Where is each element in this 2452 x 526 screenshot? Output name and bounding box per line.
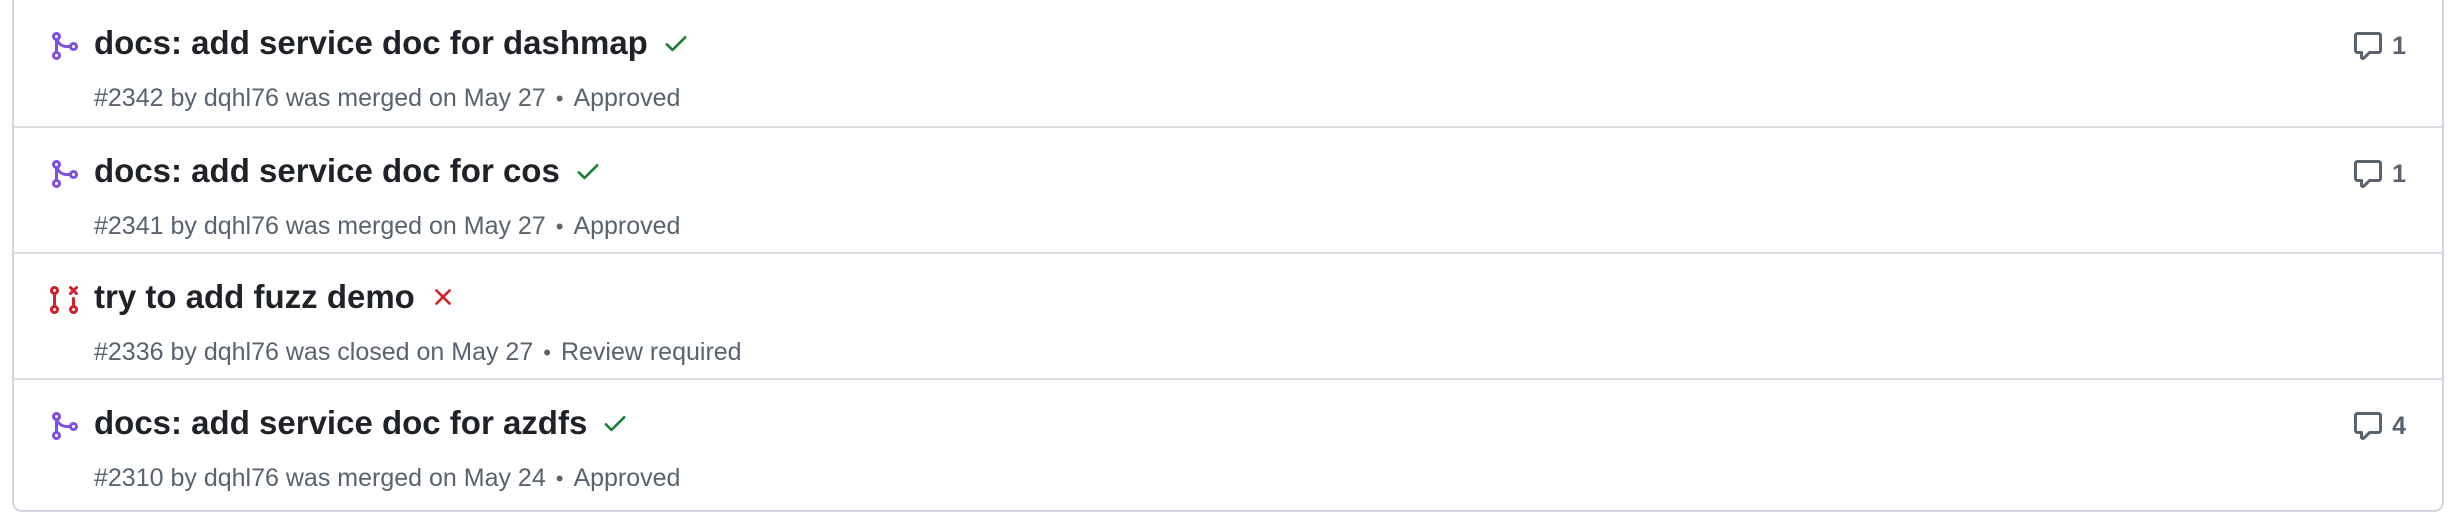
comment-icon xyxy=(2354,160,2383,188)
x-icon[interactable] xyxy=(429,283,457,311)
pull-request-row: docs: add service doc for dashmap #2342 … xyxy=(14,0,2442,126)
comment-icon xyxy=(2354,412,2383,440)
comments-count: 4 xyxy=(2392,411,2406,440)
git-merge-icon xyxy=(48,30,80,62)
pull-request-action: was merged on May 27 xyxy=(285,84,546,112)
pull-request-title-link[interactable]: docs: add service doc for cos xyxy=(94,152,560,190)
pull-request-row: docs: add service doc for cos #2341 by d… xyxy=(14,126,2442,252)
git-merge-icon xyxy=(48,158,80,190)
pull-request-list: docs: add service doc for dashmap #2342 … xyxy=(12,0,2444,512)
review-status-link[interactable]: Approved xyxy=(573,464,680,493)
pull-request-meta: #2341 by dqhl76 was merged on May 27 • A… xyxy=(94,212,680,241)
pull-request-action: was merged on May 27 xyxy=(285,212,546,240)
git-pull-request-closed-icon xyxy=(48,284,80,316)
review-status-link[interactable]: Approved xyxy=(573,84,680,113)
comments-count: 1 xyxy=(2392,31,2406,60)
pull-request-row: try to add fuzz demo #2336 by dqhl76 was… xyxy=(14,252,2442,378)
pull-request-row: docs: add service doc for azdfs #2310 by… xyxy=(14,378,2442,504)
comment-icon xyxy=(2354,32,2383,60)
pull-request-number: #2341 xyxy=(94,212,164,240)
pull-request-number: #2336 xyxy=(94,338,164,366)
pull-request-action: was merged on May 24 xyxy=(285,464,546,492)
by-label: by xyxy=(170,338,197,366)
pull-request-number: #2310 xyxy=(94,464,164,492)
pull-request-title-link[interactable]: docs: add service doc for azdfs xyxy=(94,404,587,442)
git-merge-icon xyxy=(48,410,80,442)
by-label: by xyxy=(170,212,197,240)
separator-dot: • xyxy=(543,339,551,365)
check-icon[interactable] xyxy=(662,29,690,57)
review-status-link[interactable]: Approved xyxy=(573,212,680,241)
pull-request-meta: #2336 by dqhl76 was closed on May 27 • R… xyxy=(94,338,742,367)
check-icon[interactable] xyxy=(601,409,629,437)
by-label: by xyxy=(170,84,197,112)
check-icon[interactable] xyxy=(574,157,602,185)
comments-link[interactable]: 1 xyxy=(2352,30,2406,62)
author-link[interactable]: dqhl76 xyxy=(204,212,279,241)
pull-request-number: #2342 xyxy=(94,84,164,112)
pull-request-title-link[interactable]: docs: add service doc for dashmap xyxy=(94,24,648,62)
review-status-link[interactable]: Review required xyxy=(561,338,742,367)
author-link[interactable]: dqhl76 xyxy=(204,338,279,367)
author-link[interactable]: dqhl76 xyxy=(204,84,279,113)
comments-link[interactable]: 1 xyxy=(2352,158,2406,190)
separator-dot: • xyxy=(555,465,564,491)
author-link[interactable]: dqhl76 xyxy=(204,464,279,493)
pull-request-title-link[interactable]: try to add fuzz demo xyxy=(94,278,415,316)
separator-dot: • xyxy=(555,85,564,111)
comments-link[interactable]: 4 xyxy=(2352,410,2406,442)
pull-request-action: was closed on May 27 xyxy=(285,338,534,366)
comments-count: 1 xyxy=(2392,159,2406,188)
by-label: by xyxy=(170,464,197,492)
separator-dot: • xyxy=(555,213,564,239)
pull-request-meta: #2310 by dqhl76 was merged on May 24 • A… xyxy=(94,464,680,493)
pull-request-meta: #2342 by dqhl76 was merged on May 27 • A… xyxy=(94,84,680,113)
